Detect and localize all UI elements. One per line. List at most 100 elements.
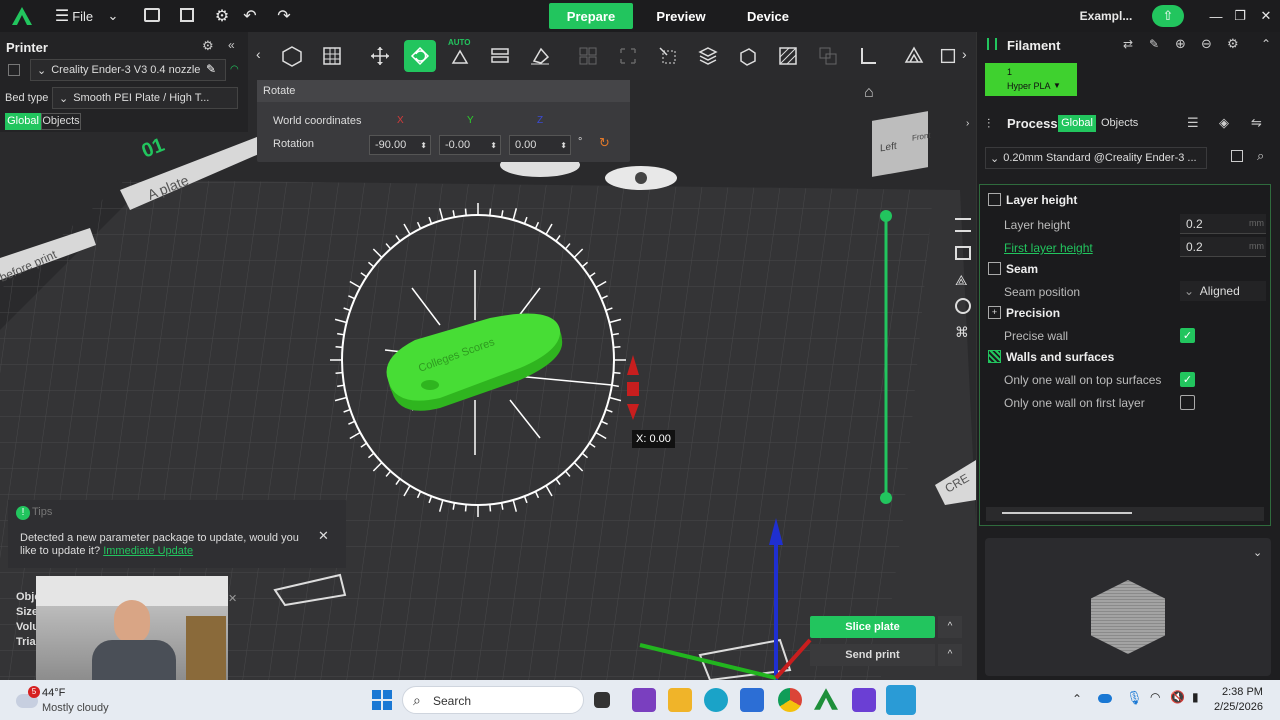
toolbar-scroll-left-icon[interactable]: ‹ <box>256 46 261 62</box>
weather-widget[interactable]: 5 44°F Mostly cloudy <box>14 684 144 716</box>
creality-print-taskbar-icon[interactable] <box>814 688 838 712</box>
tab-global-process[interactable]: Global <box>1058 115 1096 132</box>
tab-device[interactable]: Device <box>735 3 801 29</box>
windows-start-icon[interactable] <box>372 690 392 710</box>
stepper-icon[interactable]: ⬍ <box>420 141 427 150</box>
send-options-button[interactable]: ^ <box>938 644 962 666</box>
active-app-icon[interactable] <box>886 685 916 715</box>
add-filament-icon[interactable]: ⊕ <box>1175 36 1186 52</box>
collapse-panel-icon[interactable]: › <box>966 118 969 129</box>
rotation-x-input[interactable]: -90.00 ⬍ <box>369 135 431 155</box>
volume-muted-icon[interactable]: 🔇 <box>1170 690 1185 704</box>
add-plate-icon[interactable] <box>316 40 348 72</box>
layer-slider-top-handle[interactable] <box>880 210 892 222</box>
tips-update-link[interactable]: Immediate Update <box>103 545 193 557</box>
clock-time[interactable]: 2:38 PM <box>1222 686 1263 698</box>
file-explorer-icon[interactable] <box>668 688 692 712</box>
measure-tool-icon[interactable] <box>852 40 884 72</box>
maximize-button[interactable]: ❐ <box>1232 6 1248 26</box>
seam-position-select[interactable]: ⌄ Aligned <box>1180 281 1266 301</box>
seam-painting-icon[interactable] <box>938 40 958 72</box>
slice-view-icon[interactable] <box>692 40 724 72</box>
rotate-tool-icon[interactable] <box>404 40 436 72</box>
split-parts-icon[interactable] <box>612 40 644 72</box>
save-preset-icon[interactable] <box>1231 150 1243 162</box>
open-folder-icon[interactable] <box>144 8 160 22</box>
scrollbar-thumb[interactable] <box>1002 512 1132 514</box>
close-button[interactable]: ✕ <box>1258 6 1274 26</box>
search-settings-icon[interactable]: ⌕ <box>1257 148 1264 164</box>
webcam-close-icon[interactable]: ✕ <box>228 592 237 605</box>
chevron-down-icon[interactable]: ⌄ <box>104 6 122 26</box>
support-painting-icon[interactable] <box>898 40 930 72</box>
layer-slider-bottom-handle[interactable] <box>880 492 892 504</box>
one-wall-top-checkbox[interactable]: ✓ <box>1180 372 1195 387</box>
split-objects-icon[interactable] <box>572 40 604 72</box>
send-print-button[interactable]: Send print <box>810 644 935 666</box>
menu-button[interactable]: ☰ File <box>54 6 94 26</box>
tab-objects-process[interactable]: Objects <box>1101 117 1138 129</box>
measure-icon[interactable] <box>955 298 971 314</box>
tips-close-icon[interactable]: ✕ <box>318 528 329 544</box>
battery-icon[interactable]: ▮ <box>1192 690 1199 704</box>
app-icon-hobs[interactable] <box>632 688 656 712</box>
printer-select[interactable]: ⌄ Creality Ender-3 V3 0.4 nozzle <box>30 59 226 81</box>
tray-chevron-icon[interactable]: ⌃ <box>1072 692 1082 706</box>
tab-global-left[interactable]: Global <box>5 113 41 130</box>
add-object-icon[interactable] <box>276 40 308 72</box>
precise-wall-checkbox[interactable]: ✓ <box>1180 328 1195 343</box>
task-view-icon[interactable] <box>594 692 610 708</box>
auto-orient-icon[interactable]: AUTO <box>444 38 476 72</box>
mesh-boolean-icon[interactable] <box>772 40 804 72</box>
edit-printer-icon[interactable]: ✎ <box>206 62 216 76</box>
store-icon[interactable] <box>740 688 764 712</box>
navigation-cube[interactable]: Left Front <box>872 111 931 177</box>
scale-tool-icon[interactable] <box>652 40 684 72</box>
reset-rotation-icon[interactable]: ↻ <box>599 135 610 151</box>
rotation-z-input[interactable]: 0.00 ⬍ <box>509 135 571 155</box>
edge-browser-icon[interactable] <box>704 688 728 712</box>
printer-settings-icon[interactable]: ⚙ <box>202 38 214 54</box>
clock-date[interactable]: 2/25/2026 <box>1214 701 1263 713</box>
lay-on-face-icon[interactable] <box>524 40 556 72</box>
onedrive-icon[interactable] <box>1098 694 1112 703</box>
assembly-icon[interactable]: ⌘ <box>955 324 971 340</box>
move-tool-icon[interactable] <box>364 40 396 72</box>
redo-icon[interactable]: ↷ <box>274 5 294 27</box>
remove-filament-icon[interactable]: ⊖ <box>1201 36 1212 52</box>
slice-plate-button[interactable]: Slice plate <box>810 616 935 638</box>
support-paint-icon[interactable]: ⟁ <box>955 272 971 288</box>
collapse-left-icon[interactable]: « <box>228 38 235 52</box>
horizontal-scrollbar[interactable] <box>986 507 1264 521</box>
save-icon[interactable] <box>180 8 194 22</box>
filament-slot[interactable]: 1 Hyper PLA ▼ <box>985 63 1077 96</box>
process-list-icon[interactable]: ☰ <box>1187 115 1199 131</box>
toolbar-scroll-right-icon[interactable]: › <box>962 46 967 62</box>
slice-options-button[interactable]: ^ <box>938 616 962 638</box>
layers-icon[interactable] <box>955 218 971 232</box>
bed-type-select[interactable]: ⌄ Smooth PEI Plate / High T... <box>52 87 238 109</box>
stepper-icon[interactable]: ⬍ <box>490 141 497 150</box>
process-preset-select[interactable]: ⌄ 0.20mm Standard @Creality Ender-3 ... <box>985 147 1207 169</box>
process-advanced-icon[interactable]: ⇋ <box>1251 115 1262 131</box>
cut-tool-icon[interactable] <box>732 40 764 72</box>
stepper-icon[interactable]: ⬍ <box>560 141 567 150</box>
minimize-button[interactable]: — <box>1208 6 1224 26</box>
union-icon[interactable] <box>812 40 844 72</box>
wifi-icon[interactable]: ◠ <box>230 64 239 75</box>
tab-prepare[interactable]: Prepare <box>549 3 633 29</box>
expand-preview-icon[interactable]: ⌄ <box>1253 546 1262 559</box>
filament-sync-icon[interactable]: ⇄ <box>1123 37 1133 51</box>
taskbar-search-box[interactable]: ⌕ Search <box>402 686 584 714</box>
undo-icon[interactable]: ↶ <box>240 5 260 27</box>
one-wall-first-checkbox[interactable] <box>1180 395 1195 410</box>
grid-view-icon[interactable] <box>955 246 971 260</box>
process-compare-icon[interactable]: ◈ <box>1219 115 1229 131</box>
rotation-y-input[interactable]: -0.00 ⬍ <box>439 135 501 155</box>
settings-icon[interactable]: ⚙ <box>212 5 232 27</box>
home-view-icon[interactable]: ⌂ <box>864 84 882 102</box>
filament-settings-icon[interactable]: ⚙ <box>1227 36 1239 52</box>
first-layer-height-input[interactable]: 0.2 mm <box>1180 237 1266 257</box>
tab-preview[interactable]: Preview <box>642 3 720 29</box>
collapse-filament-icon[interactable]: ⌃ <box>1261 37 1271 51</box>
